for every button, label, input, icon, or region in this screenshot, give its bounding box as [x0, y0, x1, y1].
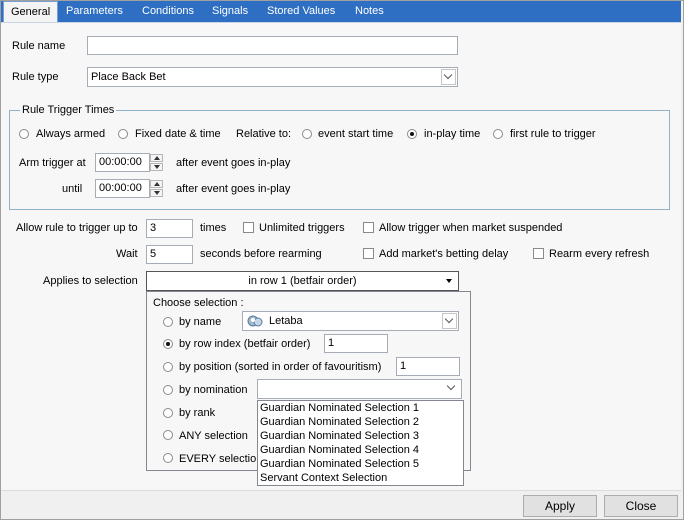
trigger-times-title: Rule Trigger Times	[20, 104, 117, 116]
until-time-spinner[interactable]	[150, 180, 163, 197]
tab-general[interactable]: General	[3, 1, 59, 23]
chevron-down-icon[interactable]	[441, 69, 456, 85]
event-start-label: event start time	[318, 128, 394, 140]
relative-to-label: Relative to:	[236, 128, 292, 140]
nomination-dropdown-list: Guardian Nominated Selection 1 Guardian …	[257, 400, 464, 486]
always-armed-radio[interactable]	[19, 129, 29, 139]
by-name-label: by name	[179, 316, 222, 328]
in-play-radio[interactable]	[407, 129, 417, 139]
list-item[interactable]: Servant Context Selection	[258, 471, 463, 485]
list-item[interactable]: Guardian Nominated Selection 3	[258, 429, 463, 443]
rule-name-label: Rule name	[12, 40, 66, 52]
by-nomination-label: by nomination	[179, 384, 248, 396]
selection-name-value: Letaba	[269, 315, 303, 327]
position-input[interactable]: 1	[396, 357, 460, 376]
first-rule-label: first rule to trigger	[510, 128, 596, 140]
allow-up-to-label: Allow rule to trigger up to	[16, 222, 138, 234]
by-nomination-radio[interactable]	[163, 385, 173, 395]
rule-type-value: Place Back Bet	[91, 71, 166, 83]
by-row-index-radio[interactable]	[163, 339, 173, 349]
by-rank-radio[interactable]	[163, 408, 173, 418]
list-item[interactable]: Guardian Nominated Selection 2	[258, 415, 463, 429]
arm-trigger-label: Arm trigger at	[19, 157, 86, 169]
every-selection-label: EVERY selectio	[179, 453, 257, 465]
wait-label: Wait	[116, 248, 138, 260]
trigger-count-input[interactable]: 3	[146, 219, 193, 238]
tab-stored-values[interactable]: Stored Values	[260, 1, 342, 22]
row-index-input[interactable]: 1	[324, 334, 388, 353]
tab-parameters[interactable]: Parameters	[59, 1, 130, 22]
selection-name-select[interactable]: Letaba	[242, 311, 459, 331]
choose-selection-title: Choose selection :	[153, 297, 244, 309]
until-after-label: after event goes in-play	[176, 183, 291, 195]
in-play-label: in-play time	[424, 128, 481, 140]
arm-time-spinner[interactable]	[150, 154, 163, 171]
any-selection-radio[interactable]	[163, 430, 173, 440]
arm-time-input[interactable]: 00:00:00	[95, 153, 150, 172]
by-row-index-label: by row index (betfair order)	[179, 338, 311, 350]
seconds-label: seconds before rearming	[200, 248, 322, 260]
times-label: times	[200, 222, 227, 234]
rule-type-label: Rule type	[12, 71, 59, 83]
list-item[interactable]: Guardian Nominated Selection 4	[258, 443, 463, 457]
apply-button[interactable]: Apply	[523, 495, 597, 517]
by-rank-label: by rank	[179, 407, 216, 419]
event-start-radio[interactable]	[302, 129, 312, 139]
list-item[interactable]: Guardian Nominated Selection 5	[258, 457, 463, 471]
applies-select[interactable]: in row 1 (betfair order)	[146, 271, 459, 291]
fixed-date-radio[interactable]	[118, 129, 128, 139]
until-time-input[interactable]: 00:00:00	[95, 179, 150, 198]
first-rule-radio[interactable]	[493, 129, 503, 139]
by-position-radio[interactable]	[163, 362, 173, 372]
until-label: until	[62, 183, 83, 195]
by-name-radio[interactable]	[163, 317, 173, 327]
add-delay-label: Add market's betting delay	[379, 248, 509, 260]
rule-name-input[interactable]	[87, 36, 458, 55]
tab-notes[interactable]: Notes	[348, 1, 391, 22]
any-selection-label: ANY selection	[179, 430, 248, 442]
runner-icon	[247, 315, 263, 327]
unlimited-triggers-label: Unlimited triggers	[259, 222, 345, 234]
always-armed-label: Always armed	[36, 128, 106, 140]
dropdown-arrow-icon[interactable]	[446, 279, 452, 283]
rearm-label: Rearm every refresh	[549, 248, 650, 260]
unlimited-triggers-checkbox[interactable]	[243, 222, 254, 233]
allow-suspended-checkbox[interactable]	[363, 222, 374, 233]
chevron-down-icon[interactable]	[445, 381, 460, 397]
fixed-date-label: Fixed date & time	[135, 128, 221, 140]
allow-suspended-label: Allow trigger when market suspended	[379, 222, 563, 234]
tab-signals[interactable]: Signals	[205, 1, 255, 22]
rule-type-select[interactable]: Place Back Bet	[87, 67, 458, 87]
by-position-label: by position (sorted in order of favourit…	[179, 361, 382, 373]
rearm-checkbox[interactable]	[533, 248, 544, 259]
arm-after-label: after event goes in-play	[176, 157, 291, 169]
close-button[interactable]: Close	[604, 495, 678, 517]
chevron-down-icon[interactable]	[442, 313, 457, 329]
every-selection-radio[interactable]	[163, 453, 173, 463]
tab-strip: General Parameters Conditions Signals St…	[1, 1, 681, 23]
tab-conditions[interactable]: Conditions	[135, 1, 201, 22]
list-item[interactable]: Guardian Nominated Selection 1	[258, 401, 463, 415]
applies-value: in row 1 (betfair order)	[248, 275, 357, 287]
wait-seconds-input[interactable]: 5	[146, 245, 193, 264]
nomination-select[interactable]	[257, 379, 462, 399]
applies-label: Applies to selection	[43, 275, 138, 287]
add-delay-checkbox[interactable]	[363, 248, 374, 259]
